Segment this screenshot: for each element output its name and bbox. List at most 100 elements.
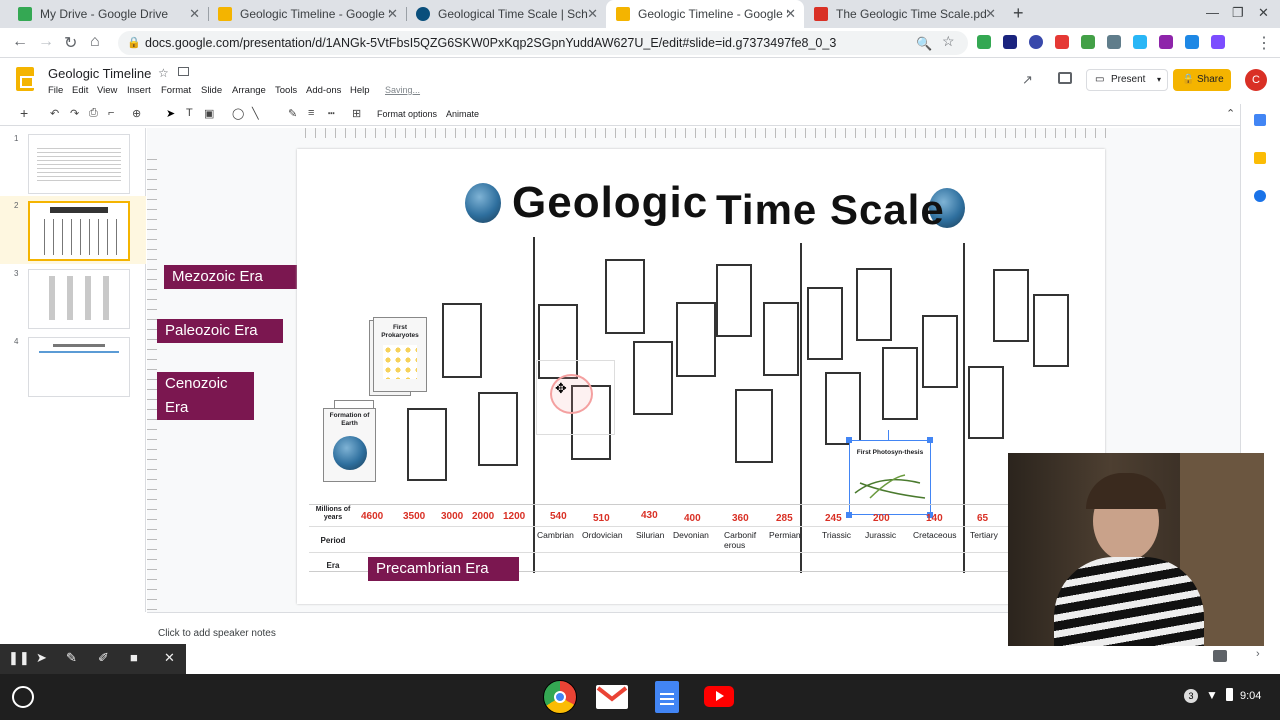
event-box[interactable] [993,269,1029,342]
extension-icon[interactable] [1107,35,1121,49]
home-icon[interactable]: ⌂ [90,33,100,51]
close-tab-icon[interactable]: ✕ [387,6,398,22]
collapse-toolbar-icon[interactable]: ⌃ [1226,107,1235,120]
paint-format-icon[interactable]: ⌐ [108,107,114,119]
extension-icon[interactable] [1003,35,1017,49]
extension-icon[interactable] [1159,35,1173,49]
rotate-handle[interactable] [888,430,892,440]
era-label-cenozoic[interactable]: Cenozoic Era [157,372,254,420]
format-options-button[interactable]: Format options [377,109,437,119]
speaker-notes[interactable]: Click to add speaker notes [158,628,276,639]
zoom-icon[interactable]: ⊕ [132,107,141,120]
event-box[interactable] [807,287,843,360]
tab-pdf[interactable]: The Geologic Time Scale.pdf - Google Dri… [804,0,1004,28]
resize-handle[interactable] [927,437,933,443]
event-box[interactable] [478,392,518,466]
animate-button[interactable]: Animate [446,109,479,119]
bookmark-star-icon[interactable]: ☆ [942,33,955,50]
pause-icon[interactable]: ❚❚ [8,650,30,666]
menu-addons[interactable]: Add-ons [306,85,341,96]
share-button[interactable]: 🔒 Share [1173,69,1231,91]
border-dash-icon[interactable]: ┅ [328,107,335,120]
zoom-icon[interactable]: 🔍 [916,36,932,52]
card-first-prokaryotes[interactable]: First Prokaryotes [373,317,427,392]
camera-icon[interactable]: ■ [130,650,138,665]
wifi-icon[interactable]: ▼ [1206,688,1218,702]
undo-icon[interactable]: ↶ [50,107,59,120]
chevron-down-icon[interactable]: ▾ [1157,70,1161,90]
select-cursor-icon[interactable]: ➤ [166,107,175,120]
event-box[interactable] [716,264,752,337]
extension-icon[interactable] [1029,35,1043,49]
slide-title-time-scale[interactable]: Time Scale [716,186,945,234]
era-label-paleozoic[interactable]: Paleozoic Era [157,319,283,343]
youtube-icon[interactable] [704,686,734,707]
move-folder-icon[interactable] [178,67,189,76]
pen-icon[interactable]: ✎ [288,107,297,120]
event-box[interactable] [676,302,716,377]
forward-icon[interactable]: → [38,33,54,51]
extension-icon[interactable] [1133,35,1147,49]
menu-arrange[interactable]: Arrange [232,85,266,96]
present-button[interactable]: ▭ Present ▾ [1086,69,1168,91]
launcher-icon[interactable] [12,686,34,708]
calendar-icon[interactable] [1254,114,1266,126]
reload-icon[interactable]: ↻ [64,33,77,53]
slide-thumbnail-3[interactable] [28,269,130,329]
event-box[interactable] [825,372,861,445]
new-slide-icon[interactable]: + [20,105,28,121]
event-box[interactable] [763,302,799,376]
menu-format[interactable]: Format [161,85,191,96]
redo-icon[interactable]: ↷ [70,107,79,120]
slide-thumbnail-4[interactable] [28,337,130,397]
resize-handle[interactable] [846,437,852,443]
explore-icon[interactable] [1213,650,1227,662]
menu-file[interactable]: File [48,85,63,96]
close-window-icon[interactable]: ✕ [1258,5,1269,21]
event-box[interactable] [442,303,482,378]
browser-menu-icon[interactable]: ⋮ [1256,33,1272,53]
activity-trend-icon[interactable]: ↗ [1022,72,1033,88]
close-tab-icon[interactable]: ✕ [587,6,598,22]
menu-help[interactable]: Help [350,85,370,96]
add-comment-icon[interactable]: ⊞ [352,107,361,120]
border-weight-icon[interactable]: ≡ [308,107,314,119]
docs-icon[interactable] [655,681,679,713]
close-tab-icon[interactable]: ✕ [985,6,996,22]
menu-view[interactable]: View [97,85,117,96]
highlighter-icon[interactable]: ✐ [98,650,109,666]
event-box[interactable] [856,268,892,341]
star-icon[interactable]: ☆ [158,66,169,80]
tab-schoology[interactable]: Geological Time Scale | Schoology ✕ [406,0,606,28]
event-box[interactable] [605,259,645,334]
close-icon[interactable]: ✕ [164,650,175,666]
tab-my-drive[interactable]: My Drive - Google Drive ✕ [8,0,208,28]
event-box[interactable] [922,315,958,388]
webcam-video[interactable] [1008,453,1264,646]
tab-geologic-timeline-1[interactable]: Geologic Timeline - Google Slides ✕ [208,0,406,28]
document-title[interactable]: Geologic Timeline [48,66,151,81]
extension-icon[interactable] [977,35,991,49]
line-icon[interactable]: ╲ [252,107,259,120]
tab-geologic-timeline-active[interactable]: Geologic Timeline - Google Slides ✕ [606,0,804,28]
gmail-icon[interactable] [596,685,628,709]
event-box[interactable] [407,408,447,481]
restore-icon[interactable]: ❐ [1232,5,1244,21]
menu-tools[interactable]: Tools [275,85,297,96]
event-box[interactable] [735,389,773,463]
era-label-mezozoic[interactable]: Mezozoic Era [164,265,297,289]
textbox-icon[interactable]: T [186,107,193,119]
print-icon[interactable]: ⎙ [89,107,98,120]
battery-icon[interactable] [1226,688,1233,701]
minimize-icon[interactable]: — [1206,5,1219,20]
menu-slide[interactable]: Slide [201,85,222,96]
event-box[interactable] [633,341,673,415]
pointer-icon[interactable]: ➤ [36,650,47,666]
close-tab-icon[interactable]: ✕ [785,6,796,22]
notification-count[interactable]: 3 [1184,689,1198,703]
keep-icon[interactable] [1254,152,1266,164]
new-tab-icon[interactable]: + [1013,3,1024,24]
system-clock[interactable]: 9:04 [1240,690,1261,702]
event-box[interactable] [882,347,918,420]
card-formation-of-earth[interactable]: Formation of Earth [323,408,376,482]
